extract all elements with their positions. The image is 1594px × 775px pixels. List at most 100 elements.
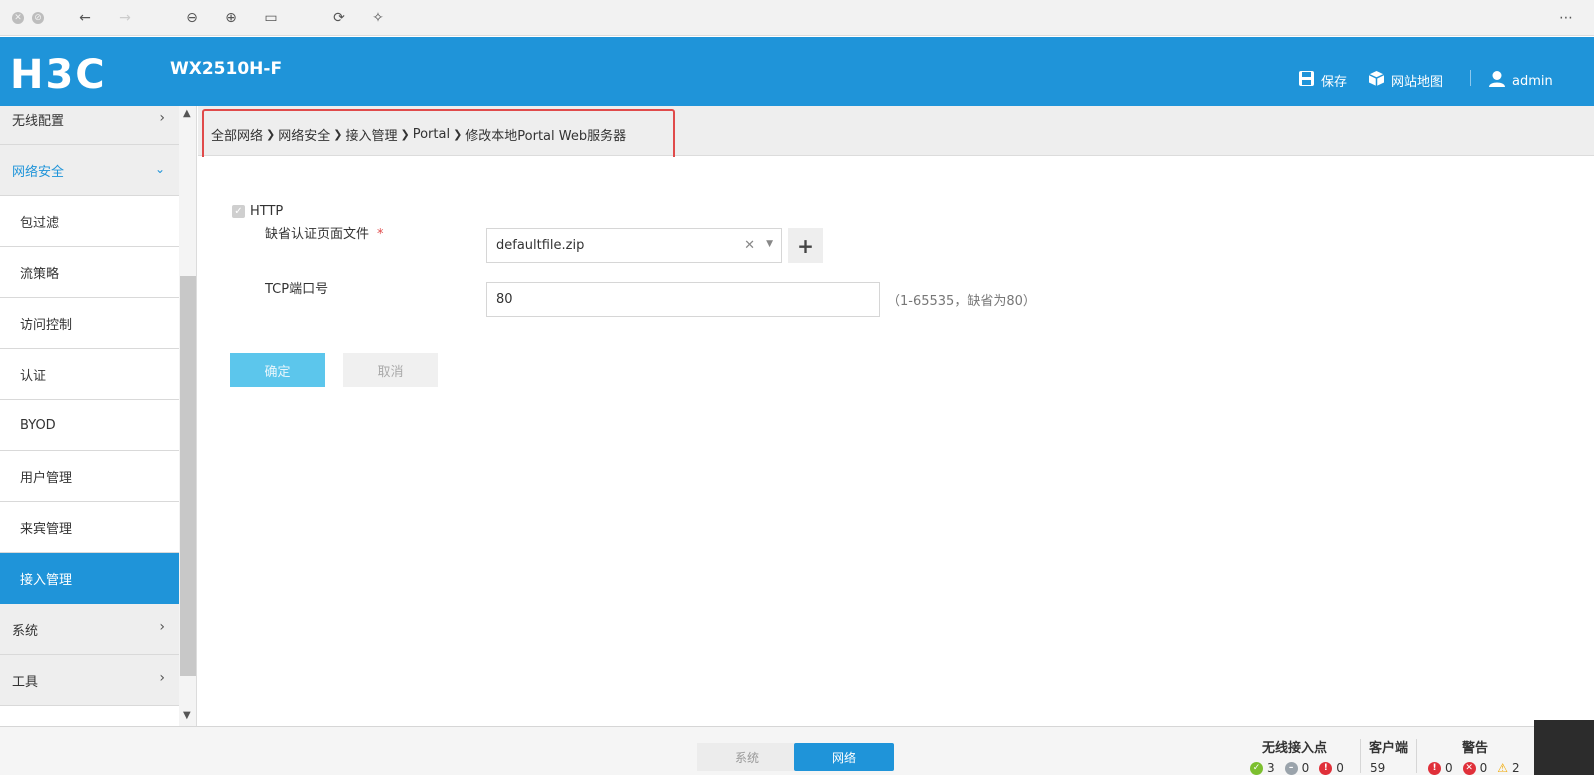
sidebar-item-byod[interactable]: BYOD: [0, 400, 179, 451]
tab-network[interactable]: 网络: [794, 743, 894, 771]
http-label: HTTP: [250, 204, 284, 219]
zoom-out-icon[interactable]: ⊖: [183, 9, 201, 27]
ap-error-icon: !: [1319, 761, 1333, 775]
status-footer: 系统 网络 无线接入点 ✓ 3 – 0 ! 0 客户端 59 警告 ! 0 ✕ …: [0, 726, 1594, 775]
ap-offline-icon: –: [1284, 761, 1298, 775]
breadcrumb-item-network-security[interactable]: 网络安全: [278, 125, 330, 144]
ok-button[interactable]: 确定: [230, 353, 325, 387]
sidebar-item-label: 来宾管理: [20, 521, 73, 537]
sidebar-item-label: 系统: [12, 623, 39, 639]
tcp-port-label: TCP端口号: [265, 282, 329, 297]
sidebar-item-access-management[interactable]: 接入管理: [0, 553, 179, 604]
breadcrumb-item-current: 修改本地Portal Web服务器: [465, 129, 627, 144]
sidebar-item-label: 用户管理: [20, 470, 73, 486]
user-icon: [1488, 70, 1506, 92]
sidebar-item-guest-management[interactable]: 来宾管理: [0, 502, 179, 553]
rotate-icon[interactable]: ⟳: [330, 9, 348, 27]
back-icon[interactable]: ←: [76, 9, 94, 27]
sidebar-item-tools[interactable]: 工具 ›: [0, 655, 179, 706]
minimize-window-icon[interactable]: ⊘: [32, 12, 44, 24]
sidebar-item-label: 网络安全: [12, 164, 65, 180]
breadcrumb-item-access-management[interactable]: 接入管理: [345, 125, 397, 144]
alarm-critical-count: 0: [1445, 761, 1453, 775]
more-options-icon[interactable]: ⋯: [1557, 9, 1575, 27]
clear-icon[interactable]: ✕: [744, 238, 755, 253]
tcp-port-input[interactable]: 80: [486, 282, 880, 317]
sidebar-scrollbar[interactable]: ▲ ▼: [179, 106, 197, 726]
cube-icon: [1368, 70, 1385, 91]
breadcrumb-item-all-networks[interactable]: 全部网络: [211, 125, 263, 144]
tab-system[interactable]: 系统: [697, 743, 797, 771]
default-file-label-text: 缺省认证页面文件: [265, 227, 370, 242]
chevron-right-icon: ❯: [333, 128, 343, 141]
chevron-right-icon: ›: [159, 619, 165, 635]
sidebar-item-flow-policy[interactable]: 流策略: [0, 247, 179, 298]
screen-recorder-widget[interactable]: [1534, 720, 1594, 775]
alarm-critical-icon: !: [1428, 761, 1441, 775]
sidebar-item-label: 无线配置: [12, 114, 65, 129]
checkbox-checked-icon[interactable]: ✓: [232, 205, 245, 218]
clients-title: 客户端: [1369, 741, 1409, 756]
default-file-select[interactable]: defaultfile.zip ✕ ▼: [486, 228, 782, 263]
alarm-major-count: 0: [1479, 761, 1488, 775]
tcp-port-value: 80: [496, 292, 513, 307]
sidebar-item-label: 流策略: [20, 266, 60, 282]
h3c-logo: H3C: [10, 52, 150, 98]
magic-wand-icon[interactable]: ✧: [369, 9, 387, 27]
default-file-label: 缺省认证页面文件 *: [265, 223, 384, 242]
chevron-right-icon: ❯: [400, 128, 410, 141]
clients-count: 59: [1370, 761, 1386, 775]
sidebar-item-wireless-config[interactable]: 无线配置 ›: [0, 106, 179, 145]
alarm-warning-icon: ⚠: [1497, 761, 1509, 775]
footer-divider: [1416, 739, 1417, 773]
ap-error-count: 0: [1336, 761, 1344, 775]
browser-toolbar: ✕ ⊘ ← → ⊖ ⊕ ▭ ⟳ ✧ ⋯: [0, 0, 1594, 36]
sitemap-label: 网站地图: [1391, 75, 1444, 90]
sidebar-item-system[interactable]: 系统 ›: [0, 604, 179, 655]
fit-page-icon[interactable]: ▭: [262, 9, 280, 27]
clients-stats[interactable]: 59: [1370, 761, 1385, 775]
app-header: H3C WX2510H-F 保存 网站地图 admin: [0, 37, 1594, 106]
ap-offline-count: 0: [1301, 761, 1310, 775]
plus-icon: +: [797, 233, 814, 258]
required-mark: *: [377, 227, 384, 242]
http-checkbox[interactable]: ✓ HTTP: [232, 204, 283, 219]
alarm-major-icon: ✕: [1462, 761, 1476, 775]
forward-icon[interactable]: →: [116, 9, 134, 27]
scrollbar-thumb[interactable]: [180, 276, 196, 676]
alarm-title: 警告: [1462, 741, 1489, 756]
alarm-stats[interactable]: ! 0 ✕ 0 ⚠ 2: [1428, 761, 1520, 775]
sidebar-item-user-management[interactable]: 用户管理: [0, 451, 179, 502]
breadcrumb-item-portal[interactable]: Portal: [413, 127, 450, 142]
svg-text:H3C: H3C: [10, 56, 107, 92]
sidebar-item-network-security[interactable]: 网络安全 ⌄: [0, 145, 179, 196]
caret-down-icon[interactable]: ▼: [766, 239, 773, 249]
sidebar-item-label: 认证: [20, 368, 47, 384]
add-file-button[interactable]: +: [788, 228, 823, 263]
sidebar-item-packet-filter[interactable]: 包过滤: [0, 196, 179, 247]
chevron-right-icon: ›: [159, 670, 165, 686]
user-menu[interactable]: admin: [1488, 70, 1553, 92]
save-button[interactable]: 保存: [1298, 70, 1347, 91]
scroll-down-icon[interactable]: ▼: [183, 710, 191, 721]
sidebar-item-authentication[interactable]: 认证: [0, 349, 179, 400]
sidebar-item-access-control[interactable]: 访问控制: [0, 298, 179, 349]
ap-online-count: 3: [1267, 761, 1275, 775]
breadcrumb: 全部网络 ❯ 网络安全 ❯ 接入管理 ❯ Portal ❯ 修改本地Portal…: [202, 109, 675, 160]
save-label: 保存: [1321, 75, 1348, 90]
scroll-up-icon[interactable]: ▲: [183, 108, 191, 119]
default-file-value: defaultfile.zip: [496, 238, 585, 253]
ap-online-icon: ✓: [1250, 761, 1263, 775]
close-window-icon[interactable]: ✕: [12, 12, 24, 24]
sidebar-item-label: BYOD: [20, 417, 56, 433]
chevron-right-icon: ❯: [453, 128, 463, 141]
ap-stats[interactable]: ✓ 3 – 0 ! 0: [1250, 761, 1344, 775]
alarm-warning-count: 2: [1512, 761, 1520, 775]
cancel-button[interactable]: 取消: [343, 353, 438, 387]
save-icon: [1298, 70, 1315, 91]
zoom-in-icon[interactable]: ⊕: [222, 9, 240, 27]
sitemap-button[interactable]: 网站地图: [1368, 70, 1443, 91]
breadcrumb-bar: 全部网络 ❯ 网络安全 ❯ 接入管理 ❯ Portal ❯ 修改本地Portal…: [198, 106, 1594, 160]
tcp-port-hint: （1-65535，缺省为80）: [887, 294, 1036, 309]
sidebar-item-label: 访问控制: [20, 317, 73, 333]
